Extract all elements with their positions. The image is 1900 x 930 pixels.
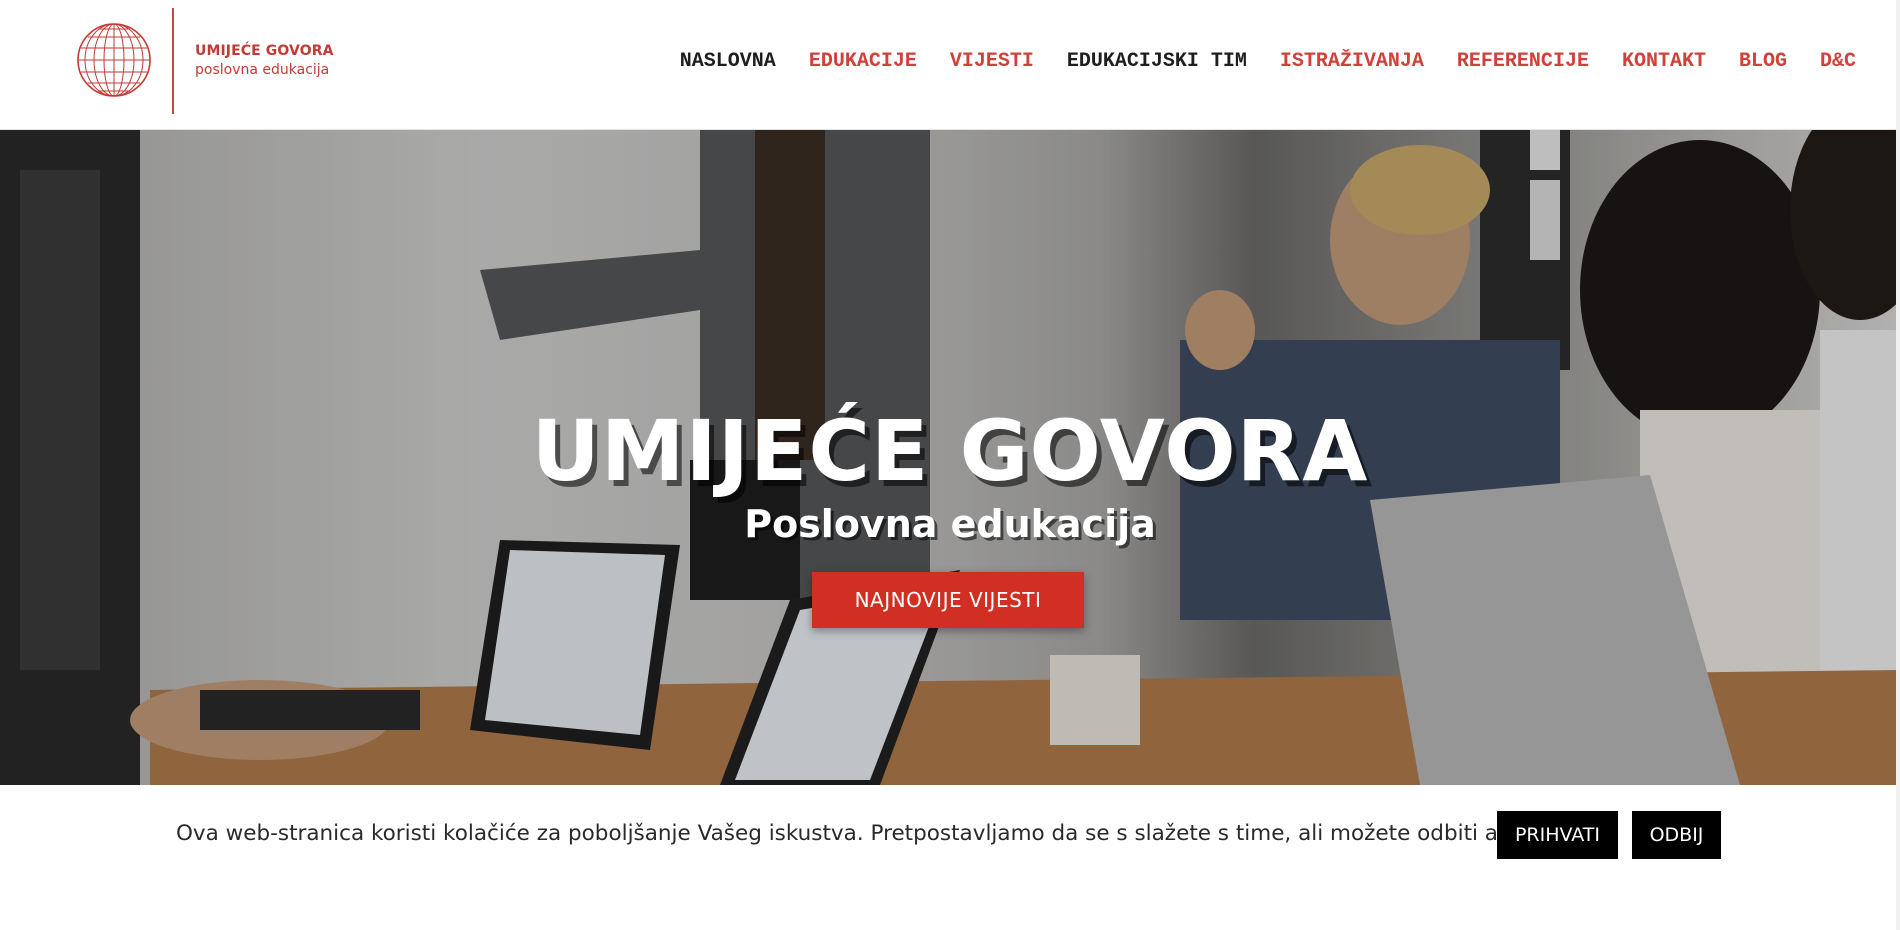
- nav-item-dc[interactable]: D&C: [1820, 50, 1856, 73]
- cookie-message: Ova web-stranica koristi kolačiće za pob…: [176, 821, 1595, 846]
- latest-news-button[interactable]: NAJNOVIJE VIJESTI: [812, 572, 1084, 628]
- nav-item-edukacije[interactable]: EDUKACIJE: [809, 50, 917, 73]
- site-header: UMIJEĆE GOVORA poslovna edukacija NASLOV…: [0, 0, 1900, 130]
- nav-item-edukacijski-tim[interactable]: EDUKACIJSKI TIM: [1067, 50, 1247, 73]
- hero-section: UMIJEĆE GOVORA Poslovna edukacija NAJNOV…: [0, 130, 1900, 785]
- logo-subtitle: poslovna edukacija: [195, 62, 330, 78]
- nav-item-naslovna[interactable]: NASLOVNA: [680, 50, 776, 73]
- hero-title: UMIJEĆE GOVORA: [531, 402, 1369, 500]
- logo-divider: [172, 8, 174, 114]
- nav-item-vijesti[interactable]: VIJESTI: [950, 50, 1034, 73]
- nav-item-kontakt[interactable]: KONTAKT: [1622, 50, 1706, 73]
- nav-item-istrazivanja[interactable]: ISTRAŽIVANJA: [1280, 50, 1424, 73]
- cookie-consent-bar: Ova web-stranica koristi kolačiće za pob…: [0, 785, 1900, 930]
- logo-title: UMIJEĆE GOVORA: [195, 43, 334, 59]
- nav-item-referencije[interactable]: REFERENCIJE: [1457, 50, 1589, 73]
- nav-item-blog[interactable]: BLOG: [1739, 50, 1787, 73]
- cookie-accept-button[interactable]: PRIHVATI: [1497, 811, 1618, 859]
- page-scrollbar[interactable]: [1896, 0, 1900, 930]
- main-nav: NASLOVNA EDUKACIJE VIJESTI EDUKACIJSKI T…: [647, 46, 1856, 76]
- cookie-reject-button[interactable]: ODBIJ: [1632, 811, 1721, 859]
- globe-icon: [77, 23, 151, 97]
- site-logo[interactable]: UMIJEĆE GOVORA poslovna edukacija: [76, 8, 336, 114]
- hero-subtitle: Poslovna edukacija: [744, 502, 1156, 546]
